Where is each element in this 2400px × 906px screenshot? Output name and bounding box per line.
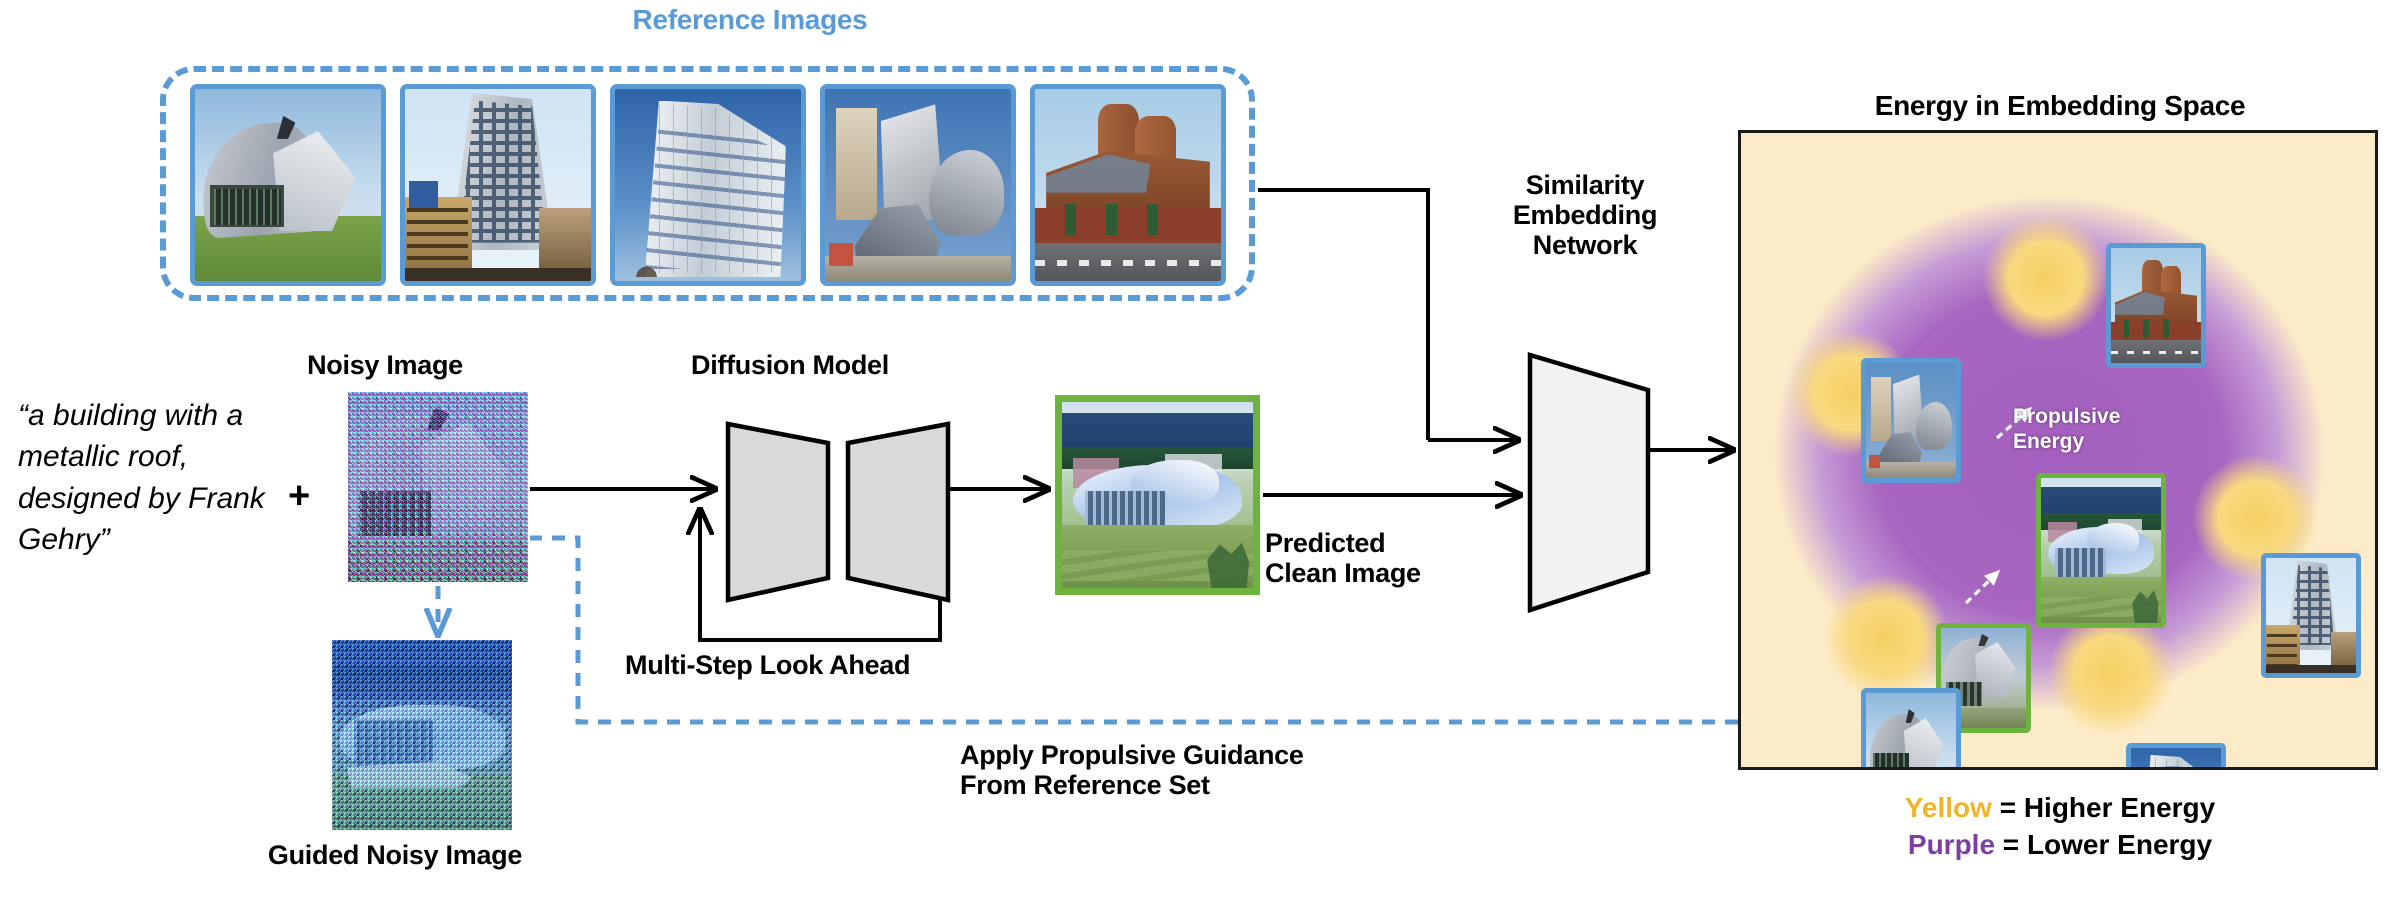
- reference-images-strip: [190, 84, 1230, 286]
- multi-step-look-ahead-label: Multi-Step Look Ahead: [625, 650, 911, 680]
- predicted-clean-line-1: Predicted: [1265, 528, 1386, 558]
- propulsive-energy-line-1: Propulsive: [2013, 405, 2121, 428]
- apply-guidance-line-2: From Reference Set: [960, 770, 1210, 801]
- reference-thumb-gehry-iac-glass-building[interactable]: [610, 84, 806, 286]
- predicted-clean-image: [1055, 395, 1260, 595]
- apply-propulsive-guidance-label: Apply Propulsive Guidance From Reference…: [960, 740, 1420, 800]
- loop-multi-step-look-ahead: [700, 510, 942, 642]
- energy-embedding-space-panel: Propulsive Energy: [1738, 130, 2378, 770]
- plus-sign: +: [288, 475, 311, 517]
- noisy-image-title: Noisy Image: [307, 350, 463, 380]
- reference-images-title: Reference Images: [632, 4, 868, 35]
- sen-line-3: Network: [1532, 230, 1638, 261]
- predicted-clean-image-title: Predicted Clean Image: [1265, 528, 1565, 588]
- legend-yellow-rest: = Higher Energy: [1991, 792, 2216, 823]
- similarity-embedding-network-title: Similarity Embedding Network: [1480, 170, 1690, 261]
- diffusion-decoder-trapezoid: [845, 421, 951, 603]
- guided-noisy-image-title: Guided Noisy Image: [267, 840, 523, 870]
- energy-embedding-space-title: Energy in Embedding Space: [1874, 90, 2246, 121]
- reference-thumb-gehry-silver-wave-building[interactable]: [190, 84, 386, 286]
- energy-legend: Yellow = Higher Energy Purple = Lower En…: [1800, 790, 2320, 864]
- reference-thumb-gehry-tilted-tower[interactable]: [400, 84, 596, 286]
- diffusion-model-title: Diffusion Model: [691, 350, 889, 380]
- sen-line-2: Embedding: [1512, 200, 1658, 231]
- apply-guidance-line-1: Apply Propulsive Guidance: [960, 740, 1304, 770]
- legend-row-yellow: Yellow = Higher Energy: [1800, 790, 2320, 827]
- propulsive-energy-line-2: Energy: [2013, 429, 2085, 453]
- legend-row-purple: Purple = Lower Energy: [1800, 827, 2320, 864]
- legend-yellow-word: Yellow: [1904, 792, 1992, 823]
- predicted-clean-line-2: Clean Image: [1265, 558, 1421, 589]
- noisy-image: [348, 392, 528, 582]
- legend-purple-word: Purple: [1907, 828, 1996, 860]
- text-prompt: “a building with a metallic roof, design…: [18, 399, 265, 557]
- reference-thumb-gehry-disney-concert-hall[interactable]: [820, 84, 1016, 286]
- sen-line-1: Similarity: [1525, 170, 1645, 200]
- reference-thumb-gehry-red-brick-museum[interactable]: [1030, 84, 1226, 286]
- line-reference-to-sen-vertical: [1258, 188, 1430, 440]
- guided-noisy-image: [332, 640, 512, 830]
- legend-purple-rest: = Lower Energy: [1995, 828, 2213, 860]
- diffusion-encoder-trapezoid: [725, 421, 831, 603]
- propulsive-energy-label: Propulsive Energy: [2013, 405, 2143, 455]
